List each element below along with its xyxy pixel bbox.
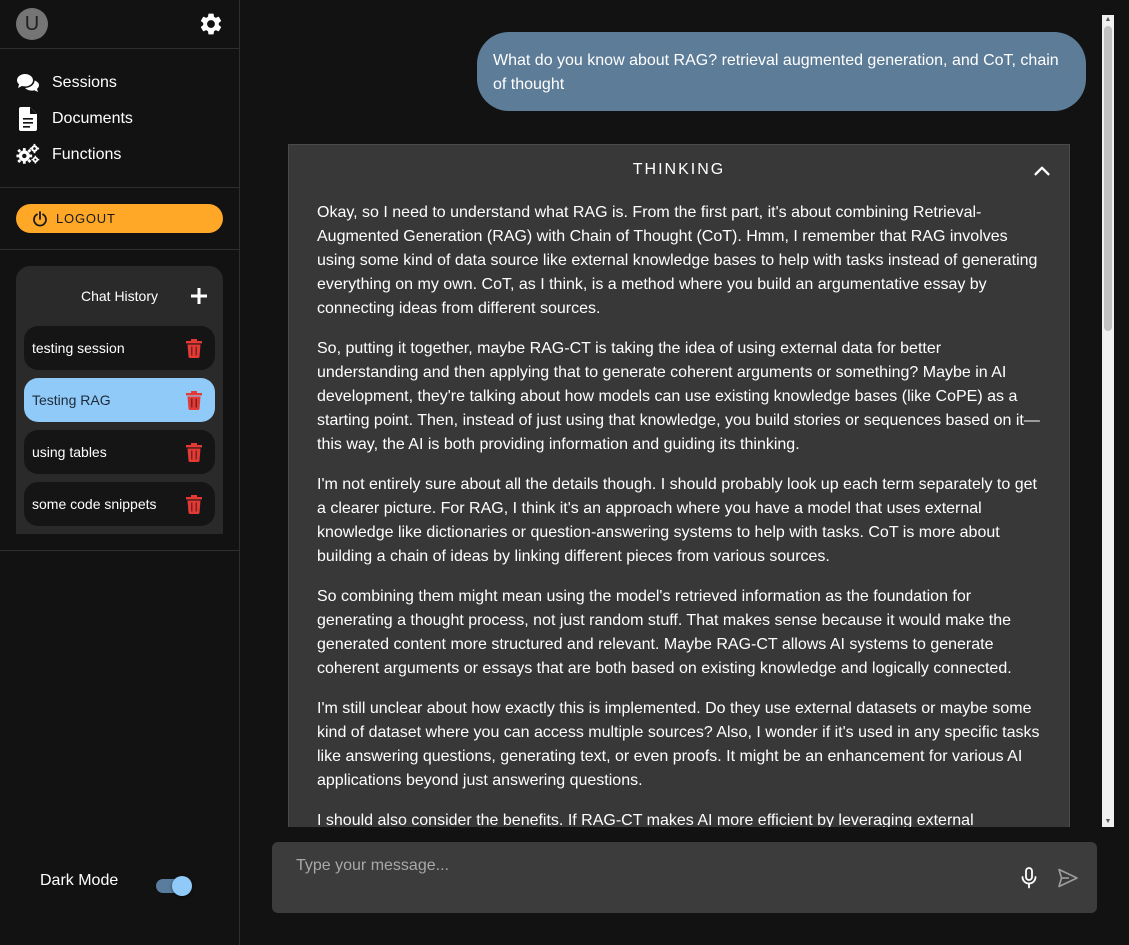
send-icon[interactable] [1056,866,1080,890]
message-composer [272,842,1097,913]
trash-icon[interactable] [185,494,203,514]
logout-label: LOGOUT [56,211,116,226]
chat-history-title: Chat History [80,288,159,304]
thinking-paragraph: So combining them might mean using the m… [317,588,1012,677]
sidebar-item-label: Documents [52,110,133,127]
message-list: What do you know about RAG? retrieval au… [240,15,1114,827]
gears-icon [16,143,40,167]
session-label: some code snippets [32,496,157,512]
trash-icon[interactable] [185,338,203,358]
thinking-paragraph: I'm not entirely sure about all the deta… [317,476,1037,565]
chat-bubbles-icon [16,71,40,95]
microphone-icon[interactable] [1017,866,1041,890]
trash-icon[interactable] [185,390,203,410]
trash-icon[interactable] [185,442,203,462]
sidebar-item-sessions[interactable]: Sessions [0,65,239,101]
thinking-panel: THINKING Okay, so I need to understand w… [288,144,1070,827]
sidebar-nav: Sessions Documents Functions [0,49,239,188]
user-message-bubble: What do you know about RAG? retrieval au… [477,32,1086,111]
thinking-paragraph: So, putting it together, maybe RAG-CT is… [317,340,1040,453]
sidebar-header: U [0,0,239,49]
plus-icon [191,288,207,304]
document-icon [16,107,40,131]
session-item[interactable]: testing session [24,326,215,370]
sidebar-item-functions[interactable]: Functions [0,137,239,173]
thinking-paragraph: I should also consider the benefits. If … [317,812,974,827]
session-item[interactable]: using tables [24,430,215,474]
main-chat-area: What do you know about RAG? retrieval au… [240,0,1129,945]
toggle-thumb [172,876,192,896]
sidebar-item-label: Functions [52,146,122,163]
thinking-paragraph: I'm still unclear about how exactly this… [317,700,1040,789]
user-message-text: What do you know about RAG? retrieval au… [493,52,1059,93]
chat-history-panel: Chat History testing session Testing RAG u… [16,266,223,534]
thinking-header[interactable]: THINKING [289,145,1069,195]
chat-history-section: Chat History testing session Testing RAG u… [0,250,239,551]
sidebar-item-documents[interactable]: Documents [0,101,239,137]
session-item[interactable]: some code snippets [24,482,215,526]
thinking-content: Okay, so I need to understand what RAG i… [289,195,1069,827]
logout-button[interactable]: LOGOUT [16,204,223,233]
avatar[interactable]: U [16,8,48,40]
scrollbar-thumb[interactable] [1104,26,1112,331]
session-list: testing session Testing RAG using tables so… [24,326,215,526]
message-input[interactable] [296,856,996,876]
sidebar-item-label: Sessions [52,74,117,91]
thinking-paragraph: Okay, so I need to understand what RAG i… [317,204,1038,317]
scrollbar[interactable]: ▲ ▼ [1102,15,1114,827]
power-icon [33,210,47,226]
sidebar: U Sessions Documents Functions LOGOUT Ch… [0,0,240,945]
dark-mode-label: Dark Mode [40,872,119,889]
chat-history-header: Chat History [24,274,215,318]
dark-mode-toggle[interactable] [156,876,194,896]
scroll-up-arrow[interactable]: ▲ [1104,16,1112,24]
add-session-button[interactable] [187,284,211,308]
settings-gear-icon[interactable] [198,11,224,37]
session-label: Testing RAG [32,392,111,408]
chevron-up-icon[interactable] [1031,160,1053,182]
scroll-down-arrow[interactable]: ▼ [1104,818,1112,826]
session-label: testing session [32,340,125,356]
session-item[interactable]: Testing RAG [24,378,215,422]
logout-section: LOGOUT [0,188,239,250]
thinking-title: THINKING [632,161,726,178]
session-label: using tables [32,444,107,460]
